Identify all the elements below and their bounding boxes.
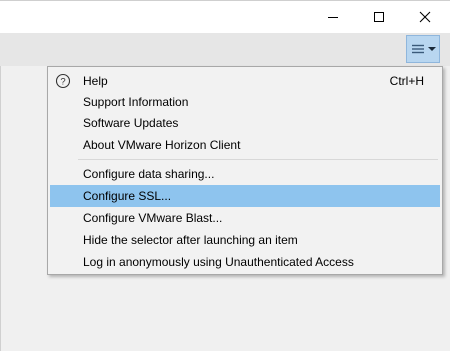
menu-item-configure-vmware-blast[interactable]: Configure VMware Blast... — [50, 207, 440, 229]
close-icon — [419, 11, 431, 23]
menu-item-label: Hide the selector after launching an ite… — [83, 233, 298, 247]
menu-item-hide-selector[interactable]: Hide the selector after launching an ite… — [50, 229, 440, 251]
menu-item-label: Help — [83, 74, 108, 88]
help-menu: ? Help Ctrl+H Support Information Softwa… — [47, 66, 443, 275]
toolbar — [0, 33, 450, 66]
menu-item-about[interactable]: About VMware Horizon Client — [50, 134, 440, 156]
hamburger-icon — [411, 44, 424, 54]
menu-separator — [78, 159, 438, 160]
menu-item-label: Configure data sharing... — [83, 167, 215, 181]
maximize-icon — [374, 12, 384, 22]
menu-button[interactable] — [406, 35, 440, 63]
menu-item-configure-ssl[interactable]: Configure SSL... — [50, 185, 440, 207]
menu-item-shortcut: Ctrl+H — [389, 74, 424, 88]
menu-item-label: About VMware Horizon Client — [83, 138, 241, 152]
close-button[interactable] — [402, 1, 448, 33]
menu-item-label: Software Updates — [83, 116, 179, 130]
caret-down-icon — [427, 47, 436, 51]
svg-text:?: ? — [60, 77, 65, 88]
menu-item-label: Configure VMware Blast... — [83, 211, 223, 225]
menu-item-support-information[interactable]: Support Information — [50, 91, 440, 113]
menu-item-log-in-anonymously[interactable]: Log in anonymously using Unauthenticated… — [50, 251, 440, 273]
maximize-button[interactable] — [356, 1, 402, 33]
menu-item-label: Log in anonymously using Unauthenticated… — [83, 255, 354, 269]
menu-item-software-updates[interactable]: Software Updates — [50, 112, 440, 134]
title-bar — [0, 0, 450, 33]
help-circle-icon: ? — [55, 73, 71, 89]
minimize-button[interactable] — [310, 1, 356, 33]
menu-item-label: Configure SSL... — [83, 189, 172, 203]
menu-item-configure-data-sharing[interactable]: Configure data sharing... — [50, 163, 440, 185]
minimize-icon — [328, 17, 338, 18]
menu-item-help[interactable]: ? Help Ctrl+H — [50, 70, 440, 92]
menu-item-label: Support Information — [83, 95, 189, 109]
left-border — [0, 66, 1, 351]
